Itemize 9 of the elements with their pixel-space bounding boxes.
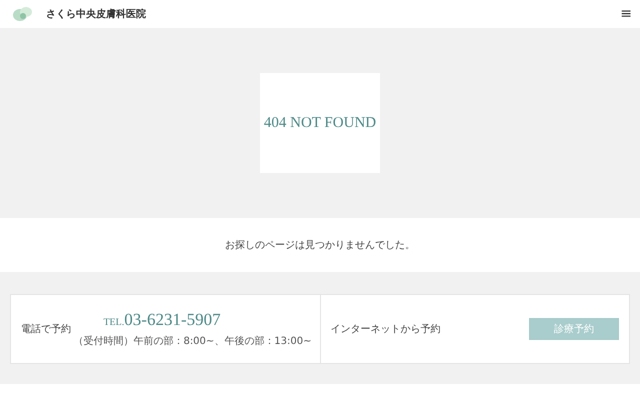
leaf-logo-icon xyxy=(12,5,34,23)
error-title: 404 NOT FOUND xyxy=(264,114,376,132)
clinic-name[interactable]: さくら中央皮膚科医院 xyxy=(46,7,620,21)
reception-hours: （受付時間）午前の部：8:00~、午後の部：13:00~ xyxy=(73,334,312,348)
not-found-message: お探しのページは見つかりませんでした。 xyxy=(225,239,415,252)
phone-label: 電話で予約 xyxy=(21,322,72,336)
phone-number[interactable]: TEL.03-6231-5907 xyxy=(103,310,221,330)
menu-icon[interactable]: ≡ xyxy=(620,7,632,21)
web-label: インターネットから予約 xyxy=(330,323,442,336)
